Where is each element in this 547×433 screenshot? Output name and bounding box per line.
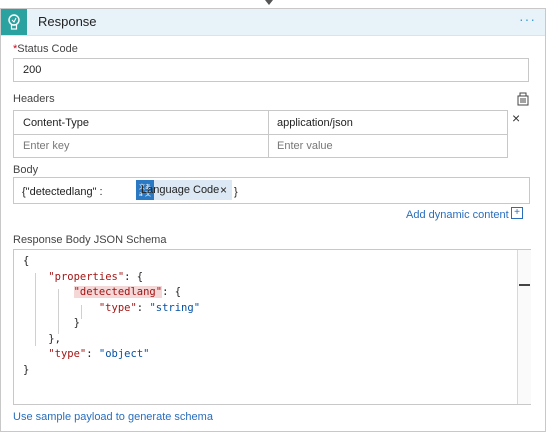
- code-punct: : {: [162, 286, 182, 298]
- key-placeholder: Enter key: [23, 140, 70, 152]
- code-value-object: "object": [98, 348, 150, 360]
- new-header-key-input[interactable]: Enter key: [13, 134, 269, 158]
- token-remove-button[interactable]: ×: [220, 183, 227, 197]
- code-key-detectedlang: "detectedlang": [73, 286, 163, 298]
- scrollbar-thumb[interactable]: [519, 284, 530, 286]
- connector-arrow-icon: [265, 0, 273, 5]
- action-title: Response: [38, 14, 97, 29]
- code-key-type-inner: "type": [98, 301, 137, 314]
- header-key-value: Content-Type: [23, 117, 90, 129]
- add-dynamic-content-plus-icon[interactable]: +: [511, 207, 523, 219]
- headers-label: Headers: [13, 93, 55, 105]
- code-key-type-outer: "type": [48, 348, 87, 360]
- token-label: Language Code: [141, 184, 220, 196]
- code-punct: :: [86, 348, 99, 360]
- code-punct: : {: [124, 270, 144, 283]
- code-punct: :: [136, 301, 150, 314]
- body-suffix: }: [234, 186, 238, 198]
- status-code-label: *Status Code: [13, 43, 78, 55]
- schema-code: { "properties": { "detectedlang": { "typ…: [23, 254, 200, 378]
- body-label: Body: [13, 164, 39, 176]
- response-bulb-icon: [1, 9, 27, 35]
- new-header-value-input[interactable]: Enter value: [268, 134, 508, 158]
- code-key-properties: "properties": [48, 270, 125, 283]
- status-code-label-text: Status Code: [17, 43, 78, 55]
- schema-scrollbar[interactable]: [517, 250, 531, 404]
- code-value-string: "string": [149, 301, 201, 314]
- code-line-6: },: [48, 332, 61, 345]
- schema-label: Response Body JSON Schema: [13, 234, 167, 246]
- status-code-value: 200: [23, 64, 42, 76]
- status-code-input[interactable]: 200: [13, 58, 529, 82]
- more-options-button[interactable]: ···: [519, 11, 536, 27]
- add-dynamic-content-link[interactable]: Add dynamic content: [406, 209, 509, 221]
- code-line-8: }: [23, 363, 30, 376]
- code-line-5: }: [73, 317, 80, 329]
- body-prefix: {"detectedlang" :: [22, 186, 103, 198]
- delete-header-button[interactable]: ×: [512, 110, 520, 126]
- header-value-value: application/json: [277, 117, 353, 129]
- header-key-input[interactable]: Content-Type: [13, 110, 269, 135]
- header-value-input[interactable]: application/json: [268, 110, 508, 135]
- generate-schema-link[interactable]: Use sample payload to generate schema: [13, 411, 213, 423]
- switch-to-text-mode-icon[interactable]: [516, 92, 530, 106]
- code-line-1: {: [23, 255, 30, 267]
- value-placeholder: Enter value: [277, 140, 333, 152]
